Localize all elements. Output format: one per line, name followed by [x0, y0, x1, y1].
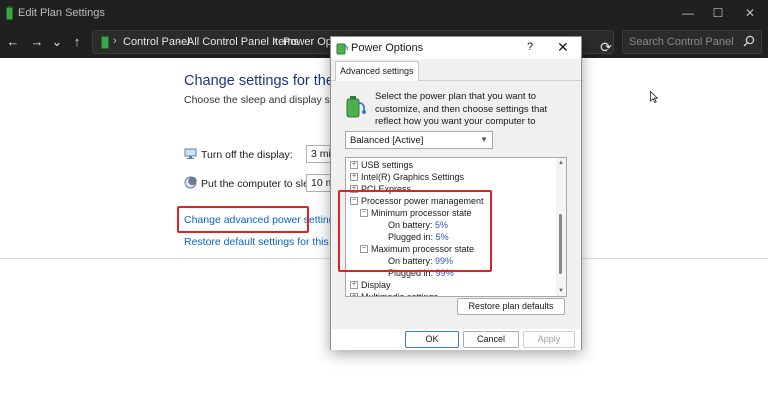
refresh-icon[interactable]: ⟳	[597, 37, 615, 57]
page-subtitle: Choose the sleep and display settings th…	[184, 94, 334, 106]
sleep-timeout-select[interactable]: 10 minutes	[306, 174, 332, 192]
maximize-button[interactable]: ☐	[708, 4, 728, 22]
tree-item-label: Intel(R) Graphics Settings	[361, 171, 464, 183]
display-label: Turn off the display:	[201, 149, 293, 161]
dialog-tab-strip: Advanced settings	[331, 59, 581, 81]
expand-icon[interactable]: +	[350, 281, 358, 289]
cancel-button[interactable]: Cancel	[463, 331, 519, 348]
tab-advanced-settings[interactable]: Advanced settings	[335, 61, 419, 81]
tree-scrollbar[interactable]: ▲ ▼	[556, 158, 566, 296]
scroll-down-icon[interactable]: ▼	[558, 288, 564, 294]
search-placeholder: Search Control Panel	[629, 36, 734, 48]
dialog-title-bar: Power Options ? ✕	[331, 37, 581, 59]
dialog-footer: OK Cancel Apply	[331, 329, 581, 350]
scroll-up-icon[interactable]: ▲	[558, 160, 564, 166]
apply-button[interactable]: Apply	[523, 331, 575, 348]
highlight-box	[338, 190, 492, 272]
search-input[interactable]: Search Control Panel	[622, 30, 762, 54]
monitor-icon	[184, 148, 197, 159]
restore-plan-defaults-button[interactable]: Restore plan defaults	[457, 298, 565, 315]
restore-default-settings-link[interactable]: Restore default settings for this plan	[184, 236, 352, 248]
breadcrumb-separator: ›	[177, 35, 181, 47]
power-plan-select[interactable]: Balanced [Active] ▼	[345, 131, 493, 149]
control-panel-icon	[101, 36, 109, 49]
tree-item-label: Display	[361, 279, 391, 291]
power-plan-icon	[346, 96, 366, 118]
breadcrumb-separator: ›	[273, 35, 277, 47]
search-icon	[743, 35, 755, 47]
minimize-button[interactable]: —	[678, 4, 698, 22]
power-plan-value: Balanced [Active]	[350, 135, 424, 146]
battery-plan-icon	[6, 6, 13, 20]
breadcrumb-separator: ›	[113, 35, 117, 47]
mouse-pointer-icon	[650, 91, 658, 103]
help-button[interactable]: ?	[527, 41, 533, 53]
expand-icon[interactable]: +	[350, 173, 358, 181]
tree-item-text: Intel(R) Graphics Settings	[361, 172, 465, 182]
window-title: Edit Plan Settings	[18, 7, 105, 19]
chevron-down-icon: ▼	[480, 135, 488, 144]
scroll-thumb[interactable]	[559, 214, 562, 274]
display-timeout-value: 3 minutes	[311, 148, 331, 160]
expand-icon[interactable]: +	[350, 161, 358, 169]
highlight-box	[177, 206, 309, 233]
dialog-close-button[interactable]: ✕	[557, 39, 569, 56]
tree-item-text: Multimedia settings	[361, 292, 439, 297]
moon-icon	[184, 176, 197, 189]
ok-button[interactable]: OK	[405, 331, 459, 348]
recent-locations-button[interactable]: ⌄	[48, 32, 66, 52]
tree-item-text: Display	[361, 280, 391, 290]
back-button[interactable]: ←	[4, 32, 22, 52]
tree-item-text: USB settings	[361, 160, 414, 170]
power-options-icon	[336, 43, 348, 55]
title-bar: Edit Plan Settings — ☐ ✕	[0, 0, 768, 26]
expand-icon[interactable]: +	[350, 293, 358, 296]
tree-item-label: USB settings	[361, 159, 413, 171]
dialog-title: Power Options	[351, 42, 424, 54]
display-timeout-select[interactable]: 3 minutes	[306, 145, 332, 163]
sleep-timeout-value: 10 minutes	[311, 177, 331, 189]
forward-button[interactable]: →	[28, 32, 46, 52]
close-button[interactable]: ✕	[740, 4, 760, 22]
tree-item-label: Multimedia settings	[361, 291, 439, 297]
up-button[interactable]: ↑	[68, 32, 86, 52]
page-title: Change settings for the plan: Balanced	[184, 73, 334, 89]
